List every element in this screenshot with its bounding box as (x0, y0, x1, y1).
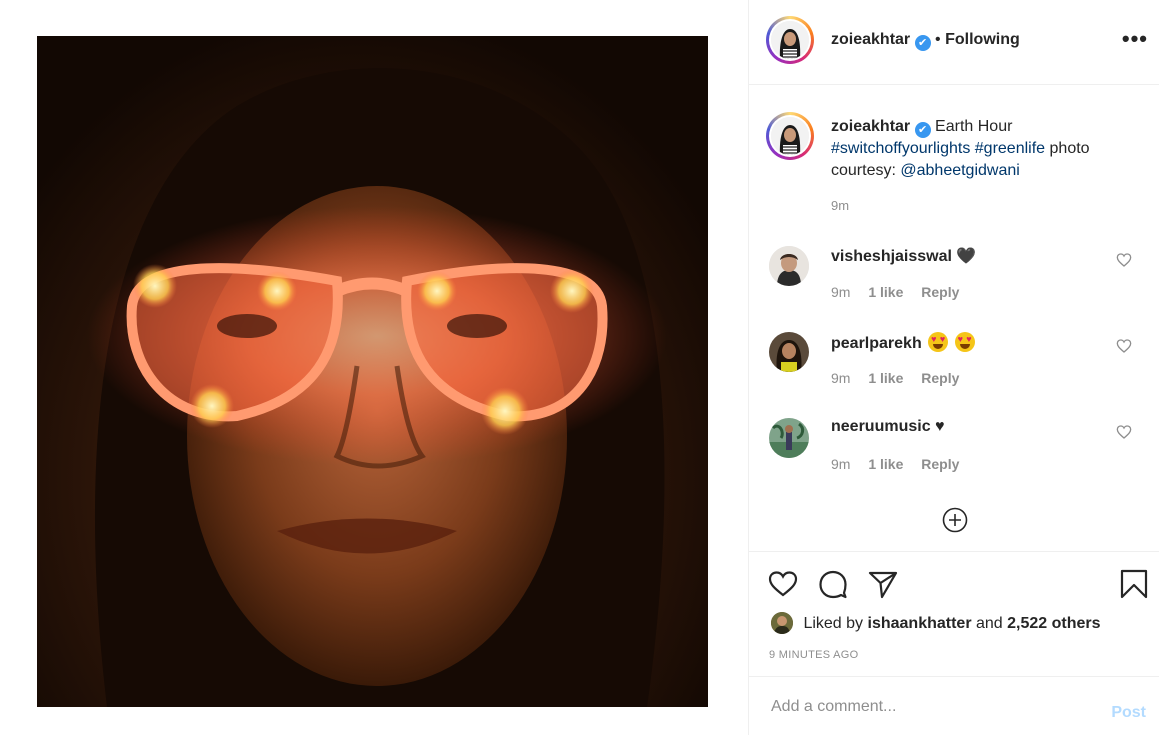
following-button[interactable]: Following (945, 31, 1020, 48)
post-timestamp[interactable]: 9 MINUTES AGO (769, 649, 858, 661)
commenter-avatar-image (769, 418, 809, 458)
reply-button[interactable]: Reply (921, 370, 959, 386)
comment-body: neeruumusic ♥ (831, 418, 945, 436)
commenter-avatar-image (769, 246, 809, 286)
comment-meta: 9m 1 like Reply (831, 370, 973, 386)
comment-heart-icon[interactable] (1116, 424, 1132, 440)
comment-meta: 9m 1 like Reply (831, 284, 973, 300)
comment-likes[interactable]: 1 like (868, 370, 903, 386)
comment-body: visheshjaisswal 🖤 (831, 246, 976, 266)
author-avatar[interactable] (766, 16, 814, 64)
liker-avatar-image (771, 612, 793, 634)
verified-icon: ✔ (914, 122, 931, 138)
mention-link[interactable]: @abheetgidwani (900, 162, 1019, 179)
post-media-area (0, 0, 748, 735)
photo-illustration (87, 68, 667, 707)
likes-prefix: Liked by (803, 615, 864, 632)
comment-heart-icon[interactable] (1116, 338, 1132, 354)
comment-body: pearlparekh (831, 332, 975, 353)
commenter-username[interactable]: visheshjaisswal (831, 248, 952, 265)
reply-button[interactable]: Reply (921, 284, 959, 300)
comment-time[interactable]: 9m (831, 456, 850, 472)
comment-time[interactable]: 9m (831, 284, 850, 300)
caption-time[interactable]: 9m (831, 198, 849, 213)
more-options-icon[interactable]: ••• (1122, 26, 1148, 52)
comment-heart-icon[interactable] (1116, 252, 1132, 268)
verified-icon: ✔ (914, 35, 931, 51)
comment-meta: 9m 1 like Reply (831, 456, 973, 472)
plus-circle-icon[interactable] (942, 507, 968, 533)
commenter-username[interactable]: neeruumusic (831, 418, 931, 435)
author-avatar-image (771, 21, 809, 59)
caption-avatar[interactable] (766, 112, 814, 160)
comment-text: 🖤 (956, 248, 977, 265)
commenter-avatar-image (769, 332, 809, 372)
comment-input[interactable] (769, 695, 1073, 719)
commenter-avatar[interactable] (769, 246, 809, 286)
paper-plane-icon[interactable] (867, 568, 899, 600)
commenter-avatar[interactable] (769, 418, 809, 458)
likes-and: and (976, 615, 1003, 632)
bookmark-icon[interactable] (1118, 568, 1150, 600)
caption-avatar-image (771, 117, 809, 155)
heart-icon[interactable] (767, 568, 799, 600)
caption-text: zoieakhtar ✔ Earth Hour #switchoffyourli… (831, 116, 1141, 182)
post-sidebar: zoieakhtar ✔ • Following ••• zoieakhtar … (748, 0, 1159, 735)
comment: visheshjaisswal 🖤 9m 1 like Reply (749, 246, 1159, 316)
post-header: zoieakhtar ✔ • Following ••• (749, 0, 1159, 85)
add-comment-bar: Post (749, 676, 1159, 736)
comment: neeruumusic ♥ 9m 1 like Reply (749, 418, 1159, 488)
header-separator: • (935, 31, 941, 48)
commenter-username[interactable]: pearlparekh (831, 335, 922, 352)
comment-likes[interactable]: 1 like (868, 284, 903, 300)
comment-time[interactable]: 9m (831, 370, 850, 386)
caption-username[interactable]: zoieakhtar (831, 118, 910, 135)
hashtag-link[interactable]: #greenlife (975, 140, 1045, 157)
header-line: zoieakhtar ✔ • Following (831, 31, 1020, 51)
commenter-avatar[interactable] (769, 332, 809, 372)
liker-username[interactable]: ishaankhatter (868, 615, 972, 632)
likes-summary: Liked by ishaankhatter and 2,522 others (771, 612, 1101, 634)
likes-count[interactable]: 2,522 others (1007, 615, 1100, 632)
caption-body: Earth Hour (935, 118, 1013, 135)
reply-button[interactable]: Reply (921, 456, 959, 472)
comment-text: ♥ (935, 418, 945, 435)
comment-bubble-icon[interactable] (817, 568, 849, 600)
heart-eyes-emoji-icon (928, 332, 949, 352)
post-photo[interactable] (37, 36, 708, 707)
comment-likes[interactable]: 1 like (868, 456, 903, 472)
comment: pearlparekh 9m 1 like Reply (749, 332, 1159, 402)
author-username[interactable]: zoieakhtar (831, 31, 910, 48)
hashtag-link[interactable]: #switchoffyourlights (831, 140, 970, 157)
post-actions: Liked by ishaankhatter and 2,522 others … (749, 551, 1159, 676)
liker-avatar[interactable] (771, 612, 793, 634)
post-comment-button[interactable]: Post (1111, 704, 1146, 722)
heart-eyes-emoji-icon (954, 332, 975, 352)
